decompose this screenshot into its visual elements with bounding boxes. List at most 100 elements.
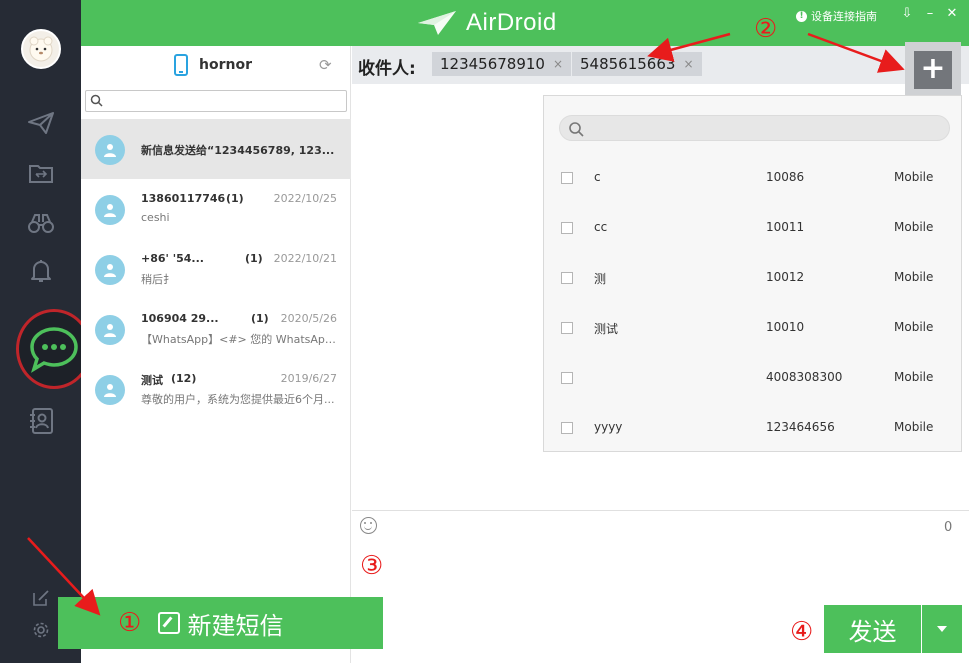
folder-transfer-icon[interactable]	[26, 158, 56, 188]
conversation-item[interactable]: 13860117746 (1) 2022/10/25 ceshi	[81, 179, 351, 239]
contact-checkbox[interactable]	[561, 322, 573, 334]
contact-number: 10086	[766, 170, 805, 184]
new-message-label: 新建短信	[187, 611, 284, 640]
search-icon	[569, 122, 584, 137]
contact-name: 测试	[594, 322, 619, 336]
conversation-name: 测试	[141, 374, 163, 387]
contacts-icon[interactable]	[26, 406, 56, 436]
contact-avatar-icon	[95, 135, 125, 165]
send-icon[interactable]	[26, 108, 56, 138]
title-bar: AirDroid ! 设备连接指南 ⇩ – ✕	[81, 0, 969, 46]
contact-search[interactable]	[559, 115, 950, 141]
edit-icon[interactable]	[32, 589, 50, 607]
contact-avatar-icon	[95, 375, 125, 405]
contact-checkbox[interactable]	[561, 372, 573, 384]
contact-number: 10010	[766, 320, 805, 334]
conversation-preview: ceshi	[141, 211, 170, 224]
send-button[interactable]: 发送	[824, 605, 921, 653]
annotation-step-4: ④	[790, 617, 814, 647]
conversation-panel: hornor ⟳ 新信息发送给“1234456789, 123... 13860…	[81, 46, 351, 663]
contact-type: Mobile	[894, 220, 934, 234]
search-icon	[90, 94, 103, 107]
contact-row[interactable]: yyyy 123464656 Mobile	[544, 404, 961, 454]
paper-plane-logo-icon	[418, 11, 456, 35]
contact-number: 10011	[766, 220, 805, 234]
conversation-preview: 尊敬的用户，系统为您提供最近6个月...	[141, 393, 335, 406]
contact-row[interactable]: 测 10012 Mobile	[544, 254, 961, 304]
conversation-preview: 【WhatsApp】<#> 您的 WhatsApp ...	[141, 333, 337, 346]
annotation-step-3: ③	[360, 551, 384, 581]
contact-checkbox[interactable]	[561, 272, 573, 284]
contact-type: Mobile	[894, 270, 934, 284]
contact-picker: c 10086 Mobile cc 10011 Mobile 测 10012 M…	[543, 95, 962, 452]
conversation-count: (1)	[226, 192, 244, 205]
recipients-label: 收件人:	[358, 59, 416, 79]
contact-checkbox[interactable]	[561, 222, 573, 234]
conversation-name: +86' '54...	[141, 252, 204, 265]
contact-row[interactable]: 测试 10010 Mobile	[544, 304, 961, 354]
contact-type: Mobile	[894, 320, 934, 334]
conversation-date: 2019/6/27	[280, 372, 337, 385]
contact-name: c	[594, 170, 601, 184]
user-avatar[interactable]	[21, 29, 61, 69]
recipient-chip[interactable]: 12345678910 ×	[432, 52, 572, 76]
collapse-button[interactable]: ⇩	[900, 7, 914, 21]
send-options-button[interactable]	[922, 605, 962, 653]
conversation-date: 2020/5/26	[280, 312, 337, 325]
contact-avatar-icon	[95, 315, 125, 345]
close-button[interactable]: ✕	[945, 7, 959, 21]
message-input[interactable]	[352, 540, 812, 590]
contact-name: cc	[594, 220, 608, 234]
device-header: hornor ⟳	[81, 46, 351, 86]
gear-icon[interactable]	[32, 621, 50, 639]
conversation-search[interactable]	[85, 90, 347, 112]
app-title: AirDroid	[466, 9, 557, 36]
character-count: 0	[944, 520, 953, 535]
phone-icon	[174, 54, 188, 76]
contact-checkbox[interactable]	[561, 172, 573, 184]
conversation-count: (1)	[245, 252, 263, 265]
conversation-date: 2022/10/21	[273, 252, 337, 265]
conversation-name: 13860117746	[141, 192, 226, 205]
conversation-item[interactable]: +86' '54... (1) 2022/10/21 稍后扌	[81, 239, 351, 299]
contact-name: yyyy	[594, 420, 623, 434]
conversation-item[interactable]: 测试 (12) 2019/6/27 尊敬的用户，系统为您提供最近6个月...	[81, 359, 351, 419]
binoculars-icon[interactable]	[26, 208, 56, 238]
connection-guide-label: 设备连接指南	[811, 10, 877, 23]
conversation-item[interactable]: 106904 29... (1) 2020/5/26 【WhatsApp】<#>…	[81, 299, 351, 359]
connection-guide-link[interactable]: ! 设备连接指南	[796, 8, 877, 24]
annotation-step-2: ②	[754, 14, 778, 44]
contact-row[interactable]: cc 10011 Mobile	[544, 204, 961, 254]
contact-type: Mobile	[894, 420, 934, 434]
new-message-button[interactable]: 新建短信	[58, 597, 383, 649]
contact-type: Mobile	[894, 370, 934, 384]
emoji-icon[interactable]	[360, 517, 377, 534]
contact-avatar-icon	[95, 255, 125, 285]
recipient-chip[interactable]: 5485615663 ×	[572, 52, 702, 76]
contact-row[interactable]: c 10086 Mobile	[544, 154, 961, 204]
annotation-step-1: ①	[118, 608, 142, 638]
remove-recipient-icon[interactable]: ×	[553, 57, 563, 71]
app-logo: AirDroid	[416, 8, 557, 38]
contact-name: 测	[594, 272, 607, 286]
bell-icon[interactable]	[26, 256, 56, 286]
minimize-button[interactable]: –	[923, 7, 937, 21]
add-recipient-button[interactable]: +	[905, 42, 961, 98]
compose-divider	[352, 510, 969, 511]
recipient-number: 5485615663	[580, 55, 676, 73]
refresh-icon[interactable]: ⟳	[319, 57, 335, 73]
device-name: hornor	[199, 57, 252, 73]
conversation-count: (1)	[251, 312, 269, 325]
remove-recipient-icon[interactable]: ×	[683, 57, 693, 71]
conversation-name: 新信息发送给“1234456789, 123...	[141, 144, 335, 157]
search-input[interactable]	[106, 93, 342, 109]
recipients-bar: 收件人: 12345678910 × 5485615663 ×	[352, 46, 969, 84]
contact-number: 10012	[766, 270, 805, 284]
contact-row[interactable]: 4008308300 Mobile	[544, 354, 961, 404]
conversation-name: 106904 29...	[141, 312, 219, 325]
conversation-count: (12)	[171, 372, 197, 385]
recipient-number: 12345678910	[440, 55, 545, 73]
conversation-item[interactable]: 新信息发送给“1234456789, 123...	[81, 119, 351, 179]
contact-type: Mobile	[894, 170, 934, 184]
contact-checkbox[interactable]	[561, 422, 573, 434]
